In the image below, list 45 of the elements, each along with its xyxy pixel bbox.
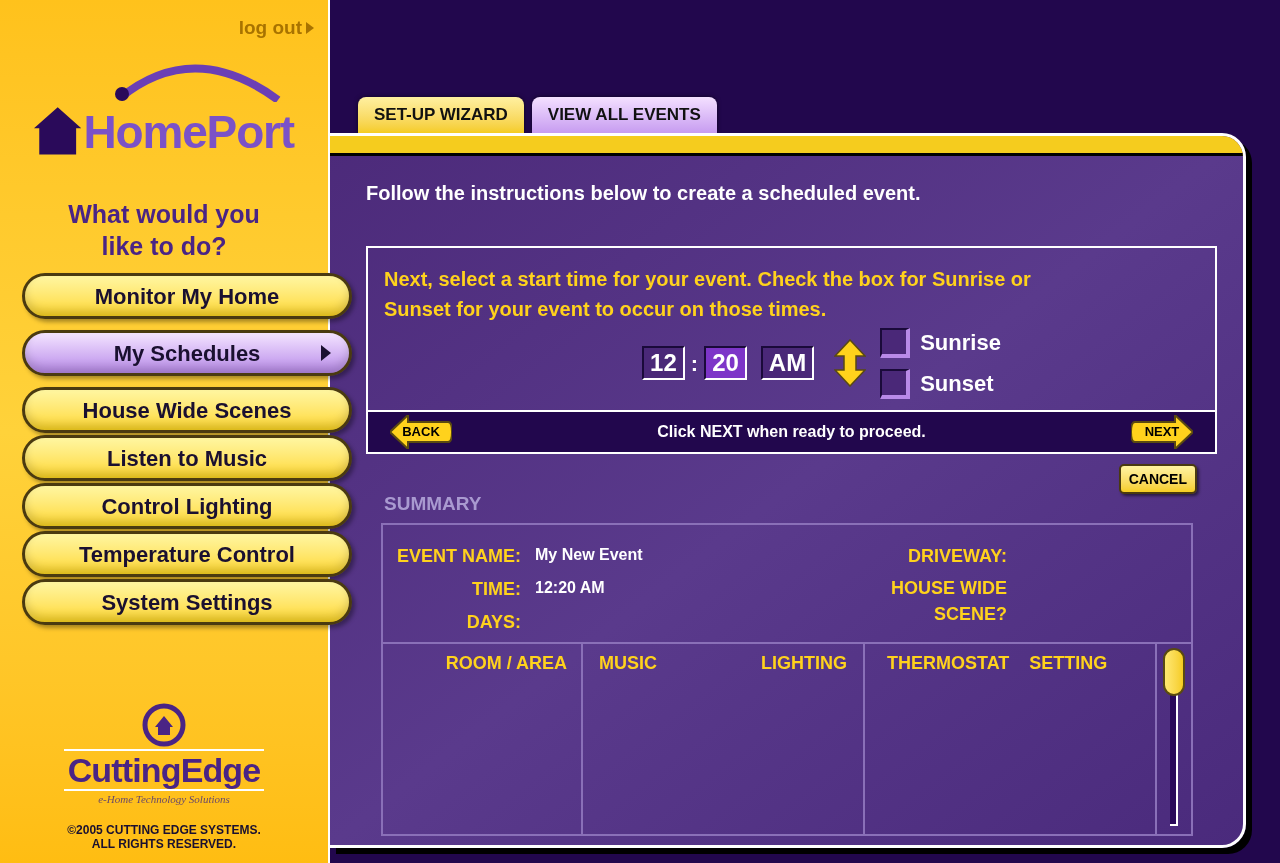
tab[interactable]: VIEW ALL EVENTS: [531, 97, 717, 133]
field-label: DAYS:: [465, 610, 521, 634]
time-field[interactable]: 12: [642, 346, 685, 380]
column-header: LIGHTING: [761, 651, 847, 675]
tab[interactable]: SET-UP WIZARD: [358, 97, 524, 133]
logo-text: HomePort: [83, 106, 294, 158]
back-button[interactable]: BACK: [390, 415, 452, 449]
checkbox-label: Sunset: [920, 370, 994, 398]
separator-text: :: [690, 349, 699, 378]
checkbox[interactable]: [880, 368, 911, 399]
field-label: TIME:: [471, 577, 521, 601]
step-instruction: Next, select a start time for your event. Check the box for Sunrise or Sunset for your event to occur on those times.: [384, 267, 1032, 322]
up-down-arrow-icon[interactable]: [834, 339, 867, 387]
field-label: DRIVEWAY:: [907, 544, 1007, 568]
menu-button[interactable]: Control Lighting: [22, 483, 352, 529]
instruction-text: Follow the instructions below to create a scheduled event.: [366, 181, 922, 206]
time-field[interactable]: 20: [704, 346, 747, 380]
field-value: My New Event: [535, 544, 643, 565]
column-header: SETTING: [1029, 651, 1108, 675]
checkbox-label: Sunrise: [920, 329, 1001, 357]
menu-button[interactable]: Listen to Music: [22, 435, 352, 481]
time-field[interactable]: AM: [760, 346, 815, 380]
column-header: ROOM / AREA: [445, 651, 567, 675]
menu-button[interactable]: House Wide Scenes: [22, 387, 352, 433]
hint-text: Click NEXT when ready to proceed.: [657, 422, 926, 442]
cancel-button[interactable]: CANCEL: [1118, 464, 1197, 494]
field-value: 12:20 AM: [535, 577, 606, 598]
section-title: SUMMARY: [384, 492, 483, 516]
menu-button[interactable]: My Schedules: [22, 330, 352, 376]
scrollbar[interactable]: [1163, 647, 1185, 826]
field-label: HOUSE WIDE SCENE?: [891, 576, 1007, 626]
column-header: THERMOSTAT: [887, 651, 1010, 675]
menu-button[interactable]: Monitor My Home: [22, 273, 352, 319]
prompt-text: What would you like to do?: [67, 199, 261, 262]
brand-text: CuttingEdge: [67, 750, 261, 789]
copyright-text: ©2005 CUTTING EDGE SYSTEMS. ALL RIGHTS RESERVED.: [67, 823, 261, 851]
menu-button[interactable]: System Settings: [22, 579, 352, 625]
field-label: EVENT NAME:: [397, 544, 521, 568]
arrow-icon: [306, 22, 314, 35]
emblem-icon: [142, 702, 186, 747]
checkbox[interactable]: [880, 327, 911, 358]
tagline-text: e-Home Technology Solutions: [98, 791, 230, 807]
menu-button[interactable]: Temperature Control: [22, 531, 352, 577]
next-button[interactable]: NEXT: [1131, 415, 1193, 449]
column-header: MUSIC: [599, 651, 657, 675]
